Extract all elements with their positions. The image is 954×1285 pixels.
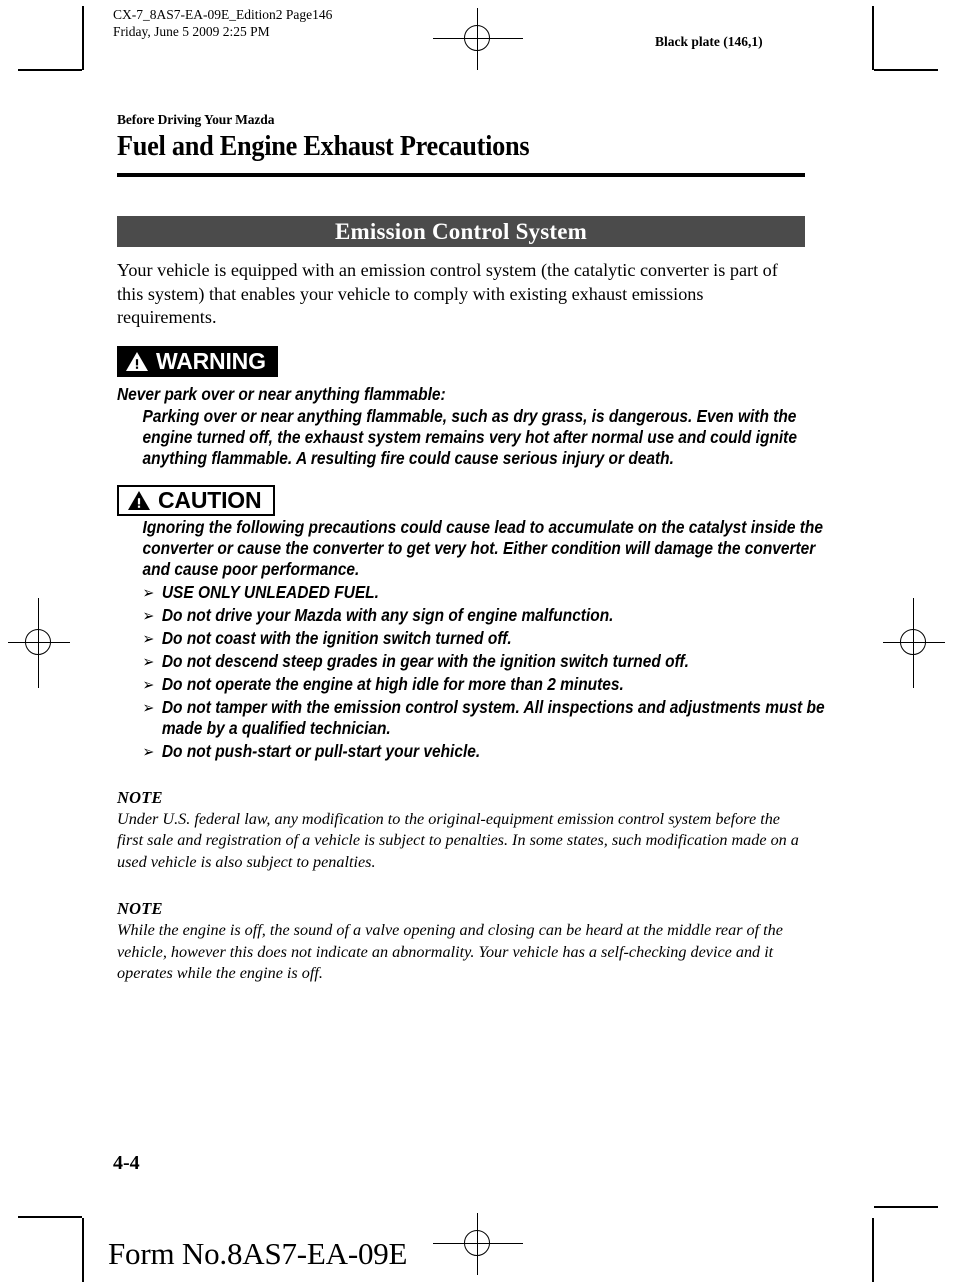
- crop-mark-bottom-left-vertical: [82, 1218, 84, 1282]
- bullet-arrow-icon: ➢: [142, 697, 155, 717]
- crop-mark-bottom-right-horizontal: [874, 1206, 938, 1208]
- bullet-arrow-icon: ➢: [142, 605, 155, 625]
- caution-bullet-item: ➢ Do not operate the engine at high idle …: [143, 674, 831, 695]
- manual-page: CX-7_8AS7-EA-09E_Edition2 Page146 Friday,…: [0, 0, 954, 1285]
- chapter-label: Before Driving Your Mazda: [117, 112, 275, 127]
- page-title: Fuel and Engine Exhaust Precautions: [117, 131, 530, 162]
- caution-bullet-text: Do not drive your Mazda with any sign of…: [161, 604, 614, 625]
- caution-bullet-text: Do not descend steep grades in gear with…: [161, 650, 689, 671]
- crop-mark-bottom-right-vertical: [872, 1218, 874, 1282]
- slug-date-line: Friday, June 5 2009 2:25 PM: [113, 24, 270, 39]
- bullet-arrow-icon: ➢: [142, 628, 155, 648]
- note-heading: NOTE: [117, 899, 163, 918]
- caution-bullet-item: ➢ USE ONLY UNLEADED FUEL.: [143, 582, 831, 603]
- title-rule: [117, 173, 805, 177]
- prepress-slug: CX-7_8AS7-EA-09E_Edition2 Page146 Friday,…: [113, 6, 332, 40]
- caution-bullet-item: ➢ Do not descend steep grades in gear wit…: [143, 651, 831, 672]
- crop-mark-top-right-vertical: [872, 6, 874, 70]
- form-number: Form No.8AS7-EA-09E: [108, 1236, 408, 1271]
- crop-mark-top-left-vertical: [82, 6, 84, 70]
- registration-mark-left-center: [8, 598, 70, 688]
- caution-bullet-item: ➢ Do not tamper with the emission control…: [143, 697, 831, 739]
- registration-mark-bottom-center: [433, 1213, 523, 1275]
- bullet-arrow-icon: ➢: [142, 674, 155, 694]
- plate-note: Black plate (146,1): [655, 34, 763, 49]
- caution-bullet-item: ➢ Do not drive your Mazda with any sign o…: [143, 605, 831, 626]
- caution-bullet-item: ➢ Do not push-start or pull-start your ve…: [143, 741, 831, 762]
- caution-bullets-wrap: ➢ USE ONLY UNLEADED FUEL. ➢ Do not drive yo…: [117, 582, 830, 762]
- intro-paragraph: Your vehicle is equipped with an emissio…: [117, 260, 778, 327]
- caution-bullet-text: Do not coast with the ignition switch tu…: [161, 627, 512, 648]
- section-banner: Emission Control System: [117, 216, 805, 247]
- registration-mark-top-center: [433, 8, 523, 70]
- note-body: While the engine is off, the sound of a …: [117, 921, 783, 982]
- caution-label: CAUTION: [117, 484, 276, 516]
- bullet-arrow-icon: ➢: [142, 651, 155, 671]
- caution-triangle-icon: [127, 490, 151, 511]
- warning-label: WARNING: [117, 345, 278, 377]
- warning-heading: Never park over or near anything flammab…: [117, 383, 446, 404]
- registration-mark-right-center: [883, 598, 945, 688]
- caution-bullet-item: ➢ Do not coast with the ignition switch t…: [143, 628, 831, 649]
- folio-page-number: 4-4: [113, 1152, 140, 1174]
- warning-body: Parking over or near anything flammable,…: [142, 405, 797, 468]
- slug-file-line: CX-7_8AS7-EA-09E_Edition2 Page146: [113, 7, 333, 22]
- note-body: Under U.S. federal law, any modification…: [117, 809, 799, 871]
- crop-mark-top-left-horizontal: [18, 69, 82, 71]
- crop-mark-bottom-left-horizontal: [18, 1216, 82, 1218]
- note-heading: NOTE: [117, 787, 163, 807]
- caution-bullet-text: Do not push-start or pull-start your veh…: [161, 740, 481, 761]
- bullet-arrow-icon: ➢: [142, 582, 155, 602]
- crop-mark-top-right-horizontal: [874, 69, 938, 71]
- caution-bullet-text: USE ONLY UNLEADED FUEL.: [161, 581, 379, 602]
- caution-label-text: CAUTION: [158, 486, 262, 513]
- caution-bullet-text: Do not operate the engine at high idle f…: [161, 673, 624, 694]
- page-content: Before Driving Your Mazda Fuel and Engin…: [117, 112, 825, 985]
- bullet-arrow-icon: ➢: [142, 741, 155, 761]
- warning-triangle-icon: [125, 351, 149, 372]
- caution-body: Ignoring the following precautions could…: [142, 516, 824, 579]
- caution-bullet-text: Do not tamper with the emission control …: [161, 696, 825, 738]
- warning-label-text: WARNING: [156, 347, 266, 374]
- note-block: NOTE While the engine is off, the sound …: [117, 899, 805, 985]
- caution-bullet-list: ➢ USE ONLY UNLEADED FUEL. ➢ Do not drive yo…: [143, 582, 831, 762]
- note-block: NOTE Under U.S. federal law, any modific…: [117, 788, 805, 874]
